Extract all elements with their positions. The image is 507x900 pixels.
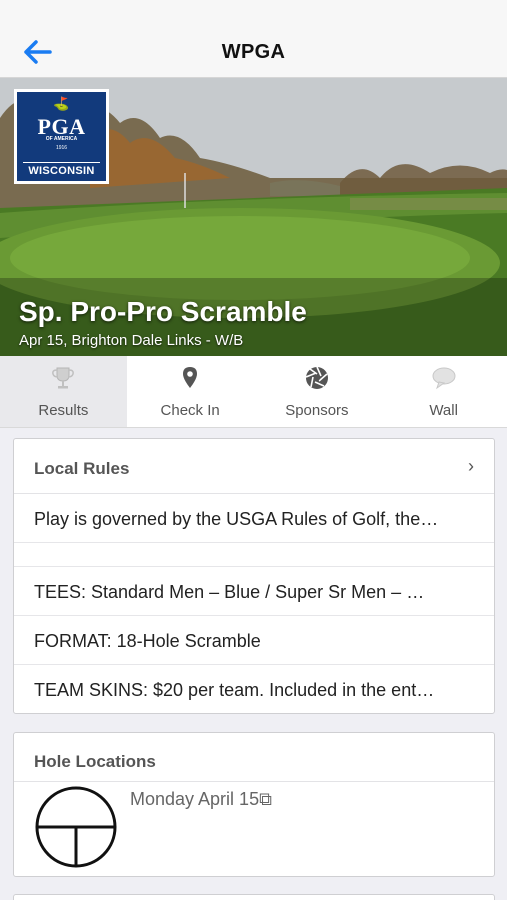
hole-location-diagram-icon: [35, 786, 117, 868]
hole-locations-card: Hole Locations Monday April 15⧉: [13, 732, 495, 877]
event-hero-image: ⛳ PGA OF AMERICA 1916 WISCONSIN Sp. Pro-…: [0, 78, 507, 356]
hole-locations-header: Hole Locations: [14, 733, 494, 782]
map-pin-icon: [183, 367, 198, 388]
tab-sponsors[interactable]: Sponsors: [254, 356, 381, 427]
page-title: WPGA: [221, 41, 286, 63]
local-rules-card: Local Rules › Play is governed by the US…: [13, 438, 495, 714]
trophy-icon: [52, 367, 75, 389]
next-card: [13, 894, 495, 900]
tab-check-in[interactable]: Check In: [127, 356, 254, 427]
event-date-location: Apr 15, Brighton Dale Links - W/B: [19, 332, 244, 349]
list-item[interactable]: FORMAT: 18-Hole Scramble: [14, 616, 494, 665]
event-title: Sp. Pro-Pro Scramble: [19, 296, 307, 327]
navigation-bar: WPGA: [0, 0, 507, 78]
local-rules-title: Local Rules: [34, 459, 130, 478]
aperture-icon: [305, 366, 328, 389]
hole-locations-title: Hole Locations: [34, 752, 156, 771]
hole-locations-link[interactable]: Monday April 15⧉: [130, 789, 272, 810]
tab-results[interactable]: Results: [0, 356, 127, 427]
local-rules-header[interactable]: Local Rules ›: [14, 439, 494, 494]
list-item[interactable]: Play is governed by the USGA Rules of Go…: [14, 494, 494, 543]
tab-wall[interactable]: Wall: [380, 356, 507, 427]
list-item[interactable]: [14, 543, 494, 567]
event-tab-bar: Results Check In Sponsors Wall: [0, 356, 507, 428]
list-item[interactable]: TEES: Standard Men – Blue / Super Sr Men…: [14, 567, 494, 616]
speech-bubble-icon: [432, 367, 456, 390]
list-item[interactable]: TEAM SKINS: $20 per team. Included in th…: [14, 665, 494, 714]
pga-wisconsin-logo: ⛳ PGA OF AMERICA 1916 WISCONSIN: [14, 89, 109, 184]
chevron-right-icon[interactable]: ›: [468, 456, 474, 477]
